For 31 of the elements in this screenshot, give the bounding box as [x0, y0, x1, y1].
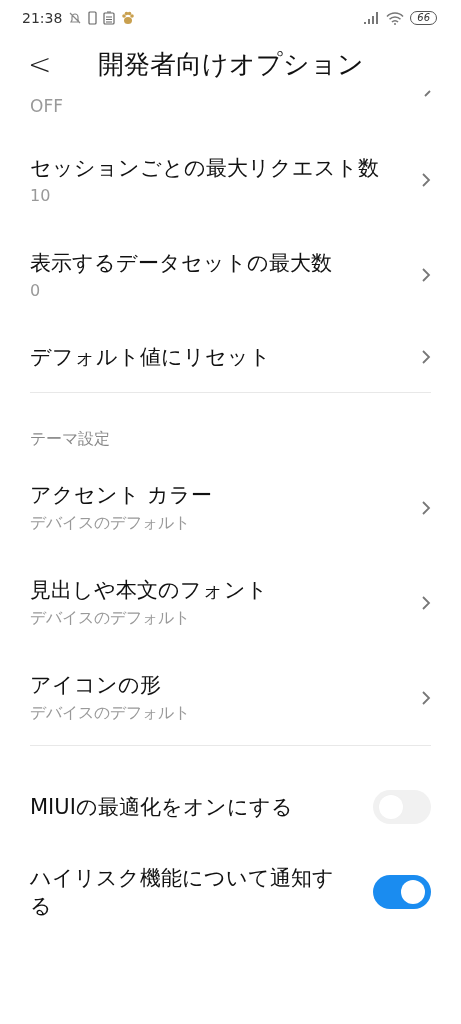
setting-value: デバイスのデフォルト: [30, 513, 191, 534]
wifi-icon: [386, 11, 405, 25]
page-title: 開発者向けオプション: [98, 47, 364, 81]
setting-title: 表示するデータセットの最大数: [30, 250, 333, 277]
setting-title: アイコンの形: [30, 672, 162, 699]
setting-title: アクセント カラー: [30, 482, 213, 509]
setting-value: 0: [30, 281, 42, 300]
settings-item[interactable]: 見出しや本文のフォント デバイスのデフォルト: [30, 555, 431, 650]
settings-item[interactable]: セッションごとの最大リクエスト数 10: [30, 132, 431, 227]
settings-item[interactable]: アイコンの形 デバイスのデフォルト: [30, 650, 431, 745]
back-button[interactable]: <: [28, 47, 98, 81]
setting-value: デバイスのデフォルト: [30, 608, 191, 629]
setting-title: デフォルト値にリセット: [30, 344, 272, 371]
setting-title: 見出しや本文のフォント: [30, 577, 269, 604]
clock-time: 21:38: [22, 10, 63, 26]
section-heading: テーマ設定: [30, 428, 111, 450]
setting-value: OFF: [30, 96, 64, 116]
settings-item[interactable]: デフォルト値にリセット: [30, 322, 431, 392]
toggle-switch[interactable]: [373, 875, 431, 909]
clipboard-icon: [103, 11, 116, 25]
settings-item[interactable]: 表示するデータセットの最大数 0: [30, 227, 431, 322]
setting-value: 10: [30, 186, 52, 205]
setting-title: セッションごとの最大リクエスト数: [30, 155, 380, 182]
setting-value: デバイスのデフォルト: [30, 703, 191, 724]
bell-off-icon: [68, 11, 83, 25]
signal-icon: [364, 12, 381, 24]
setting-title: MIUIの最適化をオンにする: [30, 794, 294, 821]
paw-icon: [121, 11, 136, 25]
phone-icon: [88, 11, 98, 25]
settings-item[interactable]: アクセント カラー デバイスのデフォルト: [30, 460, 431, 555]
setting-title: ハイリスク機能について通知する: [30, 865, 335, 920]
